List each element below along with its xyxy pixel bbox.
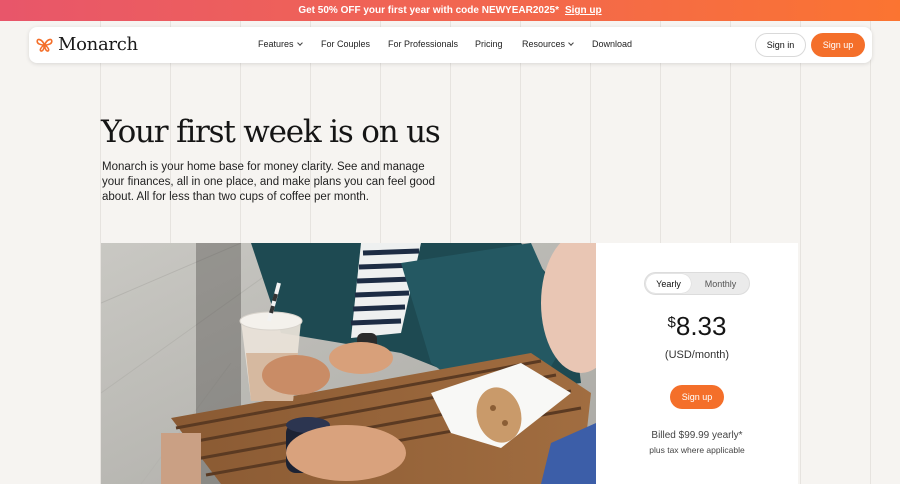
billing-toggle: Yearly Monthly — [644, 272, 750, 295]
coffee-table-illustration — [101, 243, 596, 484]
chevron-down-icon — [296, 40, 303, 46]
nav-item-label: Resources — [522, 39, 566, 49]
nav-item-features[interactable]: Features — [258, 39, 303, 49]
nav-item-for-couples[interactable]: For Couples — [321, 39, 370, 49]
price-amount: 8.33 — [675, 311, 727, 341]
billing-option-monthly[interactable]: Monthly — [693, 274, 748, 293]
hero-subtitle: Monarch is your home base for money clar… — [102, 161, 436, 203]
nav-item-pricing[interactable]: Pricing — [475, 39, 503, 49]
nav-item-resources[interactable]: Resources — [522, 39, 574, 49]
nav-item-label: For Couples — [321, 39, 371, 49]
hero-photo — [101, 243, 596, 484]
nav-item-label: Download — [592, 39, 633, 49]
promo-text: Get 50% OFF your first year with code NE… — [298, 5, 559, 16]
chevron-down-icon — [568, 40, 574, 46]
price: $8.33 — [596, 311, 798, 342]
nav-links: Features For Couples For Professionals P… — [29, 27, 872, 63]
top-navigation: Monarch Features For Couples For Profess… — [29, 27, 872, 63]
sign-in-button[interactable]: Sign in — [755, 33, 806, 57]
promo-banner: Get 50% OFF your first year with code NE… — [0, 0, 900, 21]
sign-up-button[interactable]: Sign up — [811, 33, 865, 57]
nav-item-label: For Professionals — [388, 39, 459, 49]
billing-option-yearly[interactable]: Yearly — [646, 274, 691, 293]
pricing-sign-up-button[interactable]: Sign up — [670, 385, 724, 409]
page-title: Your first week is on us — [101, 114, 441, 150]
nav-item-download[interactable]: Download — [592, 39, 632, 49]
nav-item-label: Features — [258, 39, 294, 49]
price-period: (USD/month) — [664, 349, 730, 361]
pricing-card: Yearly Monthly $8.33 (USD/month) Sign up… — [596, 243, 798, 484]
nav-item-label: Pricing — [475, 39, 503, 49]
promo-signup-link[interactable]: Sign up — [565, 5, 602, 16]
nav-item-for-professionals[interactable]: For Professionals — [388, 39, 458, 49]
currency-symbol: $ — [667, 314, 676, 331]
billed-note: Billed $99.99 yearly* — [651, 430, 743, 441]
tax-note: plus tax where applicable — [649, 445, 745, 455]
